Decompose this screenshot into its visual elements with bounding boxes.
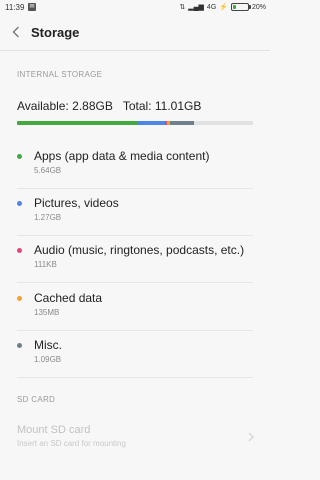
section-internal-storage: INTERNAL STORAGE — [17, 70, 103, 79]
category-label: Audio (music, ringtones, podcasts, etc.) — [34, 243, 245, 257]
status-time: 11:39 — [5, 3, 25, 12]
category-size: 1.09GB — [34, 355, 62, 364]
storage-category-item[interactable]: Misc. 1.09GB — [0, 335, 270, 381]
battery-percent: 20% — [251, 3, 266, 11]
item-divider — [17, 235, 253, 236]
category-size: 111KB — [34, 260, 57, 269]
signal-icon: ▂▄▆ — [188, 4, 204, 11]
category-label: Apps (app data & media content) — [34, 149, 210, 163]
chevron-left-icon[interactable] — [10, 24, 22, 40]
category-color-dot-icon — [17, 248, 22, 253]
section-sd-card: SD CARD — [17, 395, 56, 404]
category-size: 5.64GB — [34, 166, 62, 175]
page-title: Storage — [31, 25, 80, 40]
app-header: Storage — [0, 14, 270, 50]
item-divider — [17, 330, 253, 331]
mount-sd-card-item[interactable]: Mount SD card Insert an SD card for moun… — [0, 424, 270, 454]
total-text: Total: 11.01GB — [122, 99, 202, 113]
mount-sd-card-label: Mount SD card — [17, 424, 91, 436]
category-color-dot-icon — [17, 296, 22, 301]
network-type: 4G — [206, 3, 217, 11]
charging-icon: ⚡ — [219, 4, 228, 11]
category-label: Pictures, videos — [34, 196, 119, 210]
status-bar: 11:39 ✉ ⇅ ▂▄▆ 4G ⚡ 20% — [0, 0, 270, 14]
battery-icon — [230, 3, 251, 11]
item-divider — [17, 282, 253, 283]
storage-category-item[interactable]: Audio (music, ringtones, podcasts, etc.)… — [0, 240, 270, 286]
item-divider — [17, 188, 253, 189]
chevron-right-icon — [247, 430, 255, 442]
storage-category-item[interactable]: Apps (app data & media content) 5.64GB — [0, 146, 270, 192]
status-icons: ⇅ ▂▄▆ 4G ⚡ 20% — [179, 2, 266, 12]
storage-category-item[interactable]: Cached data 135MB — [0, 288, 270, 334]
usage-bar-segment — [137, 121, 165, 125]
available-text: Available: 2.88GB — [17, 99, 113, 113]
usage-bar-segment — [17, 121, 138, 125]
category-size: 135MB — [34, 308, 60, 317]
storage-usage-bar — [17, 121, 253, 125]
mount-sd-card-subtitle: Insert an SD card for mounting — [17, 439, 126, 448]
storage-category-item[interactable]: Pictures, videos 1.27GB — [0, 193, 270, 239]
storage-summary: Available: 2.88GB Total: 11.01GB — [17, 99, 201, 113]
item-divider — [17, 377, 253, 378]
category-color-dot-icon — [17, 343, 22, 348]
category-label: Misc. — [34, 338, 62, 352]
notification-icon: ✉ — [28, 3, 36, 11]
header-divider — [0, 50, 270, 51]
category-color-dot-icon — [17, 154, 22, 159]
usage-bar-segment — [170, 121, 194, 125]
category-label: Cached data — [34, 291, 103, 305]
wifi-icon: ⇅ — [179, 4, 186, 11]
category-size: 1.27GB — [34, 213, 62, 222]
category-color-dot-icon — [17, 201, 22, 206]
